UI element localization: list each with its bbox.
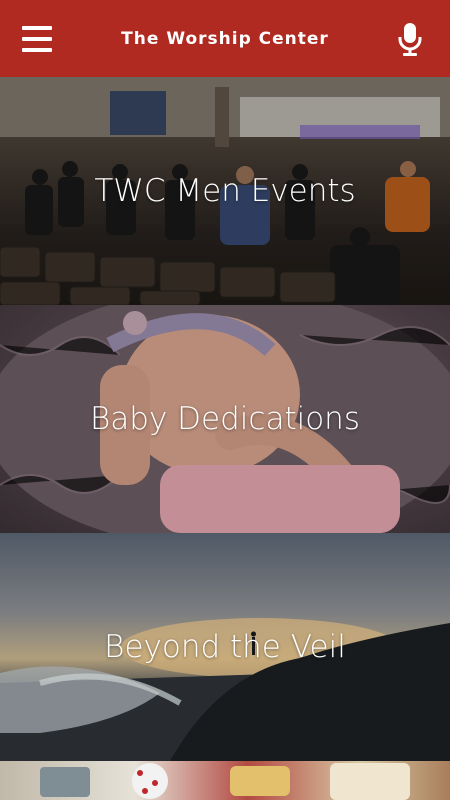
tile-label: TWC Men Events — [94, 173, 356, 209]
tile-partial[interactable] — [0, 761, 450, 800]
tile-beyond-the-veil[interactable]: Beyond the Veil — [0, 533, 450, 761]
menu-button[interactable] — [22, 26, 58, 52]
microphone-button[interactable] — [392, 20, 428, 60]
tile-label: Beyond the Veil — [104, 629, 346, 665]
menu-icon-bar — [22, 26, 52, 30]
tile-baby-dedications[interactable]: Baby Dedications — [0, 305, 450, 533]
menu-icon-bar — [22, 37, 52, 41]
app-bar: The Worship Center — [0, 0, 450, 77]
microphone-icon — [398, 23, 422, 56]
tile-label: Baby Dedications — [90, 401, 360, 437]
menu-icon-bar — [22, 48, 52, 52]
tile-men-events[interactable]: TWC Men Events — [0, 77, 450, 305]
tile-image — [40, 763, 410, 800]
app-title: The Worship Center — [121, 28, 329, 49]
